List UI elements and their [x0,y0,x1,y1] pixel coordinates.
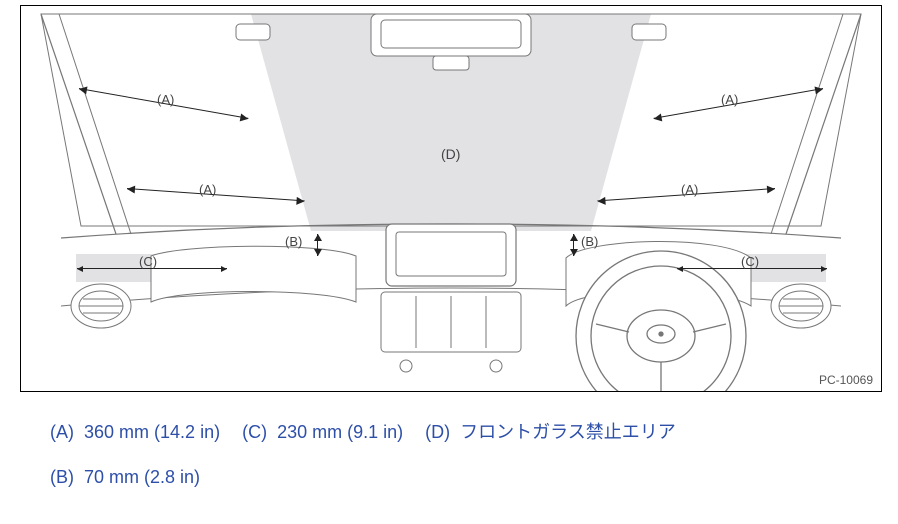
legend-key: (B) [50,467,74,487]
legend-key: (D) [425,422,450,442]
label-A: (A) [681,182,698,197]
dim-B-left [317,234,318,256]
label-A: (A) [721,92,738,107]
legend-key: (A) [50,422,74,442]
label-B: (B) [285,234,302,249]
legend-item-C: (C) 230 mm (9.1 in) [242,420,403,445]
label-D: (D) [441,146,460,162]
label-A: (A) [199,182,216,197]
legend-key: (C) [242,422,267,442]
figure-code: PC-10069 [819,373,873,387]
label-B: (B) [581,234,598,249]
legend: (A) 360 mm (14.2 in) (C) 230 mm (9.1 in)… [50,420,888,510]
legend-text: 360 mm (14.2 in) [84,422,220,442]
label-A: (A) [157,92,174,107]
label-C: (C) [139,254,157,269]
label-C: (C) [741,254,759,269]
legend-row-1: (A) 360 mm (14.2 in) (C) 230 mm (9.1 in)… [50,420,888,445]
dashboard-diagram: (A) (A) (A) (A) (B) (B) (C) (C) (D) PC-1… [20,5,882,392]
legend-text: 70 mm (2.8 in) [84,467,200,487]
legend-item-B: (B) 70 mm (2.8 in) [50,465,200,490]
legend-text: 230 mm (9.1 in) [277,422,403,442]
legend-text: フロントガラス禁止エリア [460,422,676,442]
legend-item-A: (A) 360 mm (14.2 in) [50,420,220,445]
legend-row-2: (B) 70 mm (2.8 in) [50,465,888,490]
diagram-svg [21,6,881,391]
dim-B-right [573,234,574,256]
legend-item-D: (D) フロントガラス禁止エリア [425,420,676,445]
